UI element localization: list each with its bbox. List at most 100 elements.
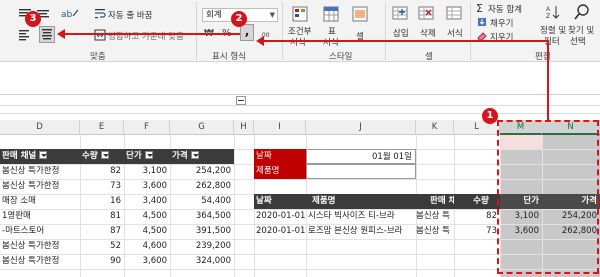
table-cell[interactable]: 봄신상 특가한정 — [0, 254, 80, 269]
table-cell[interactable]: 3,400 — [124, 194, 170, 209]
result-cell[interactable]: 봄신상 특 — [416, 224, 454, 239]
table-cell[interactable]: 73 — [80, 179, 124, 194]
table-cell[interactable]: 16 — [80, 194, 124, 209]
separator — [196, 2, 197, 60]
table-cell[interactable]: 87 — [80, 224, 124, 239]
column-header-e[interactable]: E — [80, 120, 124, 135]
result-cell[interactable]: 2020-01-01 — [254, 209, 306, 224]
merge-center-icon[interactable] — [94, 29, 106, 41]
result-cell[interactable]: 73 — [454, 224, 500, 239]
criteria-product-label[interactable]: 제품명 — [254, 164, 306, 179]
insert-cells-button[interactable]: 삽입 — [393, 27, 409, 39]
table-cell[interactable]: 239,200 — [170, 239, 234, 254]
svg-text:Z: Z — [546, 13, 550, 20]
column-header-h[interactable]: H — [234, 120, 254, 135]
table-cell[interactable]: 52 — [80, 239, 124, 254]
result-cell[interactable]: 2020-01-01 — [254, 224, 306, 239]
collapse-icon[interactable] — [236, 96, 246, 105]
find-icon[interactable] — [573, 3, 591, 21]
delete-cells-icon[interactable] — [418, 6, 434, 20]
alignment-group-label: 맞춤 — [90, 52, 106, 62]
wrap-text-button[interactable]: 자동 줄 바꿈 — [108, 9, 153, 21]
table-header-qty[interactable]: 수량 — [80, 149, 124, 164]
column-header-j[interactable]: J — [306, 120, 416, 135]
sort-filter-icon[interactable]: AZ — [546, 4, 562, 20]
align-center-icon[interactable] — [39, 26, 55, 43]
table-header-label: 가격 — [172, 151, 188, 161]
table-cell[interactable]: 3,600 — [124, 179, 170, 194]
merge-center-button[interactable]: 병합하고 가운데 맞춤 — [108, 30, 184, 42]
table-cell[interactable]: 1영판매 — [0, 209, 80, 224]
table-cell[interactable]: 봄신상 특가한정 — [0, 179, 80, 194]
svg-text:A: A — [546, 6, 551, 13]
table-cell[interactable]: 81 — [80, 209, 124, 224]
format-cells-button[interactable]: 서식 — [447, 27, 463, 39]
filter-dropdown-icon[interactable] — [100, 150, 109, 159]
callout-badge-3: 3 — [25, 11, 41, 27]
number-format-value: 회계 — [206, 10, 222, 20]
insert-cells-icon[interactable] — [392, 6, 408, 20]
table-cell[interactable]: 262,800 — [170, 179, 234, 194]
table-header-channel[interactable]: 판매 채널 — [0, 149, 80, 164]
wrap-text-icon[interactable] — [94, 8, 106, 20]
table-header-unit[interactable]: 단가 — [124, 149, 170, 164]
table-cell[interactable]: 324,000 — [170, 254, 234, 269]
column-header-i[interactable]: I — [254, 120, 306, 135]
table-cell[interactable]: -마트스토어 — [0, 224, 80, 239]
filter-dropdown-icon[interactable] — [190, 150, 199, 159]
table-cell[interactable]: 4,600 — [124, 239, 170, 254]
column-header-k[interactable]: K — [416, 120, 454, 135]
filter-dropdown-icon[interactable] — [39, 150, 48, 159]
table-cell[interactable]: 봄신상 특가한정 — [0, 239, 80, 254]
callout-badge-2: 2 — [231, 11, 247, 27]
sheet-divider — [0, 113, 600, 114]
result-header-qty[interactable]: 수량 — [454, 194, 500, 209]
fill-icon[interactable] — [477, 17, 487, 27]
result-cell[interactable]: 봄신상 특 — [416, 209, 454, 224]
result-header-channel[interactable]: 판매 채널 — [416, 194, 464, 209]
ribbon-spacer — [0, 62, 600, 94]
comma-style-button[interactable]: , — [240, 24, 254, 41]
orientation-icon[interactable]: ab — [60, 7, 80, 20]
result-cell[interactable]: 로즈맘 본신상 원피스-브라 — [306, 224, 416, 239]
table-cell[interactable]: 4,500 — [124, 209, 170, 224]
table-cell[interactable]: 54,400 — [170, 194, 234, 209]
table-cell[interactable]: 매장 소매 — [0, 194, 80, 209]
table-cell[interactable]: 82 — [80, 164, 124, 179]
table-cell[interactable]: 3,100 — [124, 164, 170, 179]
table-cell[interactable]: 364,500 — [170, 209, 234, 224]
fill-button[interactable]: 채우기 — [490, 17, 513, 29]
table-cell[interactable]: 4,500 — [124, 224, 170, 239]
result-cell[interactable]: 82 — [454, 209, 500, 224]
ribbon: ab 자동 줄 바꿈 병합하고 가운데 맞춤 맞춤 회계 ▼ ₩ % , .00… — [0, 0, 600, 62]
table-header-price[interactable]: 가격 — [170, 149, 234, 164]
arrow-head-icon — [57, 29, 65, 39]
table-cell[interactable]: 봄신상 특가한정 — [0, 164, 80, 179]
format-cells-icon[interactable] — [446, 6, 462, 20]
table-cell[interactable]: 254,200 — [170, 164, 234, 179]
formula-bar[interactable] — [0, 94, 600, 106]
table-cell[interactable]: 3,600 — [124, 254, 170, 269]
filter-dropdown-icon[interactable] — [144, 150, 153, 159]
result-header-date[interactable]: 날짜 — [254, 194, 306, 209]
table-cell[interactable]: 90 — [80, 254, 124, 269]
column-header-d[interactable]: D — [0, 120, 80, 135]
callout-arrow — [262, 40, 549, 42]
criteria-date-value[interactable]: 01월 01일 — [306, 149, 416, 164]
delete-cells-button[interactable]: 삭제 — [420, 27, 436, 39]
number-group-label: 표시 형식 — [212, 52, 246, 62]
cell-style-icon[interactable] — [352, 6, 368, 22]
autosum-button[interactable]: 자동 합계 — [488, 3, 522, 15]
autosum-icon[interactable]: Σ — [476, 2, 483, 15]
style-group-label: 스타일 — [329, 52, 353, 62]
table-cell[interactable]: 391,500 — [170, 224, 234, 239]
column-header-g[interactable]: G — [170, 120, 234, 135]
criteria-date-label[interactable]: 날짜 — [254, 149, 306, 164]
criteria-product-value[interactable] — [306, 164, 416, 179]
result-cell[interactable]: 시스타 빅사이즈 티-브라 — [306, 209, 416, 224]
table-format-icon[interactable] — [323, 6, 339, 22]
align-left-icon[interactable] — [18, 29, 30, 41]
column-header-f[interactable]: F — [124, 120, 170, 135]
result-header-product[interactable]: 제품명 — [306, 194, 416, 209]
conditional-format-icon[interactable] — [292, 6, 308, 22]
